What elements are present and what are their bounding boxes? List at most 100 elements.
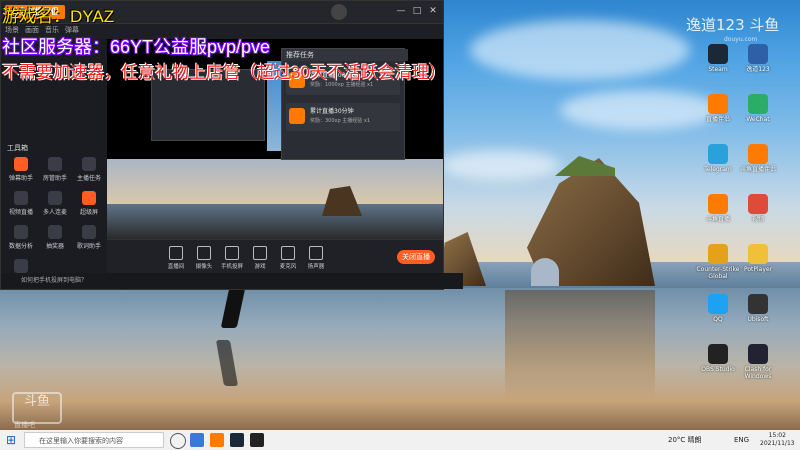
tool-icon — [48, 191, 62, 205]
desktop-icon[interactable]: Ubisoft — [736, 294, 780, 323]
file-explorer-icon[interactable] — [190, 433, 204, 447]
desktop-app-icon — [708, 294, 728, 314]
control-button[interactable]: 手机投屏 — [219, 244, 245, 270]
watermark-sub: douyu.com — [724, 36, 758, 43]
control-label: 扬声器 — [307, 264, 325, 270]
tool-item[interactable]: 视频直播 — [7, 191, 35, 219]
control-label: 麦克风 — [279, 264, 297, 270]
desktop-icon[interactable]: 斗鱼直播 — [696, 194, 740, 223]
watermark-text: 逸道123 斗鱼 — [686, 16, 780, 34]
desktop-icon-label: Telegram — [704, 166, 732, 173]
sidebar-title: 工具箱 — [7, 144, 28, 152]
desktop-icon-label: QQ — [713, 316, 723, 323]
control-button[interactable]: 直播间 — [163, 244, 189, 270]
desktop-app-icon — [708, 244, 728, 264]
task-title: 累计直播30分钟 — [310, 108, 354, 115]
weather-text[interactable]: 20°C 晴朗 — [668, 430, 702, 450]
overlay-note: 不需要加速器，任意礼物上店管（超过30天不活跃会清理） — [2, 63, 446, 82]
desktop-icon[interactable]: 逸道123 — [736, 44, 780, 73]
control-button[interactable]: 摄像头 — [191, 244, 217, 270]
desktop-icon[interactable]: Telegram — [696, 144, 740, 173]
desktop-app-icon — [748, 94, 768, 114]
taskbar-clock[interactable]: 15:02 2021/11/13 — [760, 432, 795, 448]
control-label: 直播间 — [167, 264, 185, 270]
desktop-app-icon — [708, 94, 728, 114]
language-indicator[interactable]: ENG — [734, 430, 749, 450]
avatar[interactable] — [331, 4, 347, 20]
control-icon — [309, 246, 323, 260]
app-statusbar[interactable]: 如何把手机投屏到电脑？ — [1, 273, 463, 289]
overlay-game-name: 游戏名：DYAZ — [2, 7, 115, 26]
desktop-icon-label: Ubisoft — [747, 316, 769, 323]
tool-item[interactable]: 多人连麦 — [41, 191, 69, 219]
close-button[interactable]: ✕ — [427, 5, 439, 17]
wallpaper-cloud — [470, 20, 690, 80]
control-button[interactable]: 麦克风 — [275, 244, 301, 270]
clock-date: 2021/11/13 — [760, 440, 795, 447]
tool-label: 房管助手 — [42, 175, 67, 182]
desktop-app-icon — [708, 144, 728, 164]
tool-item[interactable]: 数据分析 — [7, 225, 35, 253]
wallpaper-beach — [0, 288, 800, 430]
desktop-icon[interactable]: 视频 — [736, 194, 780, 223]
desktop-icon[interactable]: WeChat — [736, 94, 780, 123]
tool-item[interactable]: 主播任务 — [75, 157, 103, 185]
desktop-icon[interactable]: OBS Studio — [696, 344, 740, 373]
tool-label: 弹幕助手 — [8, 175, 33, 182]
tool-item[interactable]: 抽奖器 — [41, 225, 69, 253]
desktop-icon-label: Steam — [708, 66, 728, 73]
desktop-app-icon — [748, 294, 768, 314]
control-icon — [225, 246, 239, 260]
desktop-app-icon — [708, 194, 728, 214]
minimize-button[interactable]: — — [395, 5, 407, 17]
desktop-icon[interactable]: Counter-Strike Global — [696, 244, 740, 280]
stop-live-button[interactable]: 关闭直播 — [397, 250, 435, 264]
desktop-icon[interactable]: Clash for Windows — [736, 344, 780, 380]
desktop-app-icon — [748, 344, 768, 364]
tool-icon — [14, 157, 28, 171]
desktop-icon-label: WeChat — [746, 116, 770, 123]
windows-start-icon[interactable]: ⊞ — [4, 433, 18, 447]
tool-item[interactable]: 房管助手 — [41, 157, 69, 185]
task-reward: 奖励：300xp 主播经验 x1 — [310, 118, 370, 124]
tool-item[interactable]: 歌词助手 — [75, 225, 103, 253]
tool-item[interactable]: 超级屏 — [75, 191, 103, 219]
task-view-icon[interactable] — [170, 433, 186, 449]
desktop-icon-label: 直播伴侣 — [705, 116, 730, 123]
desktop-icon-label: 斗鱼直播伴侣 — [739, 166, 776, 173]
desktop-icon[interactable]: 斗鱼直播伴侣 — [736, 144, 780, 173]
desktop-app-icon — [748, 194, 768, 214]
control-icon — [197, 246, 211, 260]
desktop-icon[interactable]: Steam — [696, 44, 740, 73]
tool-label: 视频直播 — [8, 209, 33, 216]
control-label: 摄像头 — [195, 264, 213, 270]
steam-taskbar-icon[interactable] — [230, 433, 244, 447]
wallpaper-rock-reflection — [505, 290, 655, 400]
tool-icon — [48, 225, 62, 239]
taskbar: ⊞ 在这里输入你要搜索的内容 20°C 晴朗 ENG 15:02 2021/11… — [0, 430, 800, 450]
desktop-icon-label: Counter-Strike Global — [696, 266, 740, 280]
control-label: 手机投屏 — [220, 264, 243, 270]
control-button[interactable]: 扬声器 — [303, 244, 329, 270]
maximize-button[interactable]: □ — [411, 5, 423, 17]
desktop-icon-label: 视频 — [751, 216, 764, 223]
desktop-icon[interactable]: QQ — [696, 294, 740, 323]
desktop-app-icon — [748, 144, 768, 164]
control-button[interactable]: 游戏 — [247, 244, 273, 270]
control-icon — [281, 246, 295, 260]
desktop-app-icon — [748, 44, 768, 64]
desktop-icon[interactable]: PotPlayer — [736, 244, 780, 273]
tool-icon — [48, 157, 62, 171]
desktop-app-icon — [708, 344, 728, 364]
tool-label: 多人连麦 — [42, 209, 67, 216]
taskbar-search-input[interactable]: 在这里输入你要搜索的内容 — [24, 432, 164, 448]
control-icon — [253, 246, 267, 260]
task-row[interactable]: 累计直播30分钟 奖励：300xp 主播经验 x1 — [286, 103, 400, 131]
tool-item[interactable]: 弹幕助手 — [7, 157, 35, 185]
tool-label: 抽奖器 — [45, 243, 64, 250]
desktop-icon[interactable]: 直播伴侣 — [696, 94, 740, 123]
overlay-server: 社区服务器：66YT公益服pvp/pve — [2, 37, 271, 57]
obs-taskbar-icon[interactable] — [250, 433, 264, 447]
douyu-taskbar-icon[interactable] — [210, 433, 224, 447]
desktop-app-icon — [708, 44, 728, 64]
